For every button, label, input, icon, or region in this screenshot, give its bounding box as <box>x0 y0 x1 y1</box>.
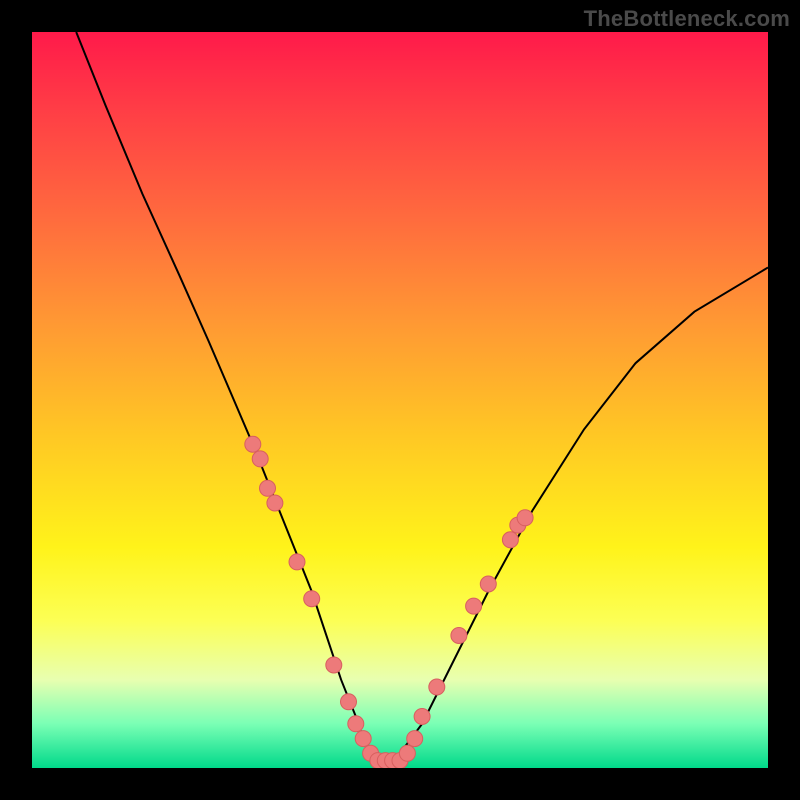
data-marker <box>289 554 305 570</box>
data-marker <box>451 628 467 644</box>
data-marker <box>260 480 276 496</box>
data-marker <box>245 436 261 452</box>
data-marker <box>304 591 320 607</box>
data-marker <box>517 510 533 526</box>
marker-group <box>245 436 533 768</box>
data-marker <box>267 495 283 511</box>
plot-area <box>32 32 768 768</box>
watermark-text: TheBottleneck.com <box>584 6 790 32</box>
curve-svg <box>32 32 768 768</box>
data-marker <box>429 679 445 695</box>
data-marker <box>466 598 482 614</box>
data-marker <box>407 731 423 747</box>
data-marker <box>480 576 496 592</box>
bottleneck-curve <box>76 32 768 761</box>
data-marker <box>414 709 430 725</box>
data-marker <box>252 451 268 467</box>
chart-stage: TheBottleneck.com <box>0 0 800 800</box>
data-marker <box>341 694 357 710</box>
data-marker <box>399 745 415 761</box>
data-marker <box>326 657 342 673</box>
data-marker <box>355 731 371 747</box>
data-marker <box>502 532 518 548</box>
data-marker <box>348 716 364 732</box>
